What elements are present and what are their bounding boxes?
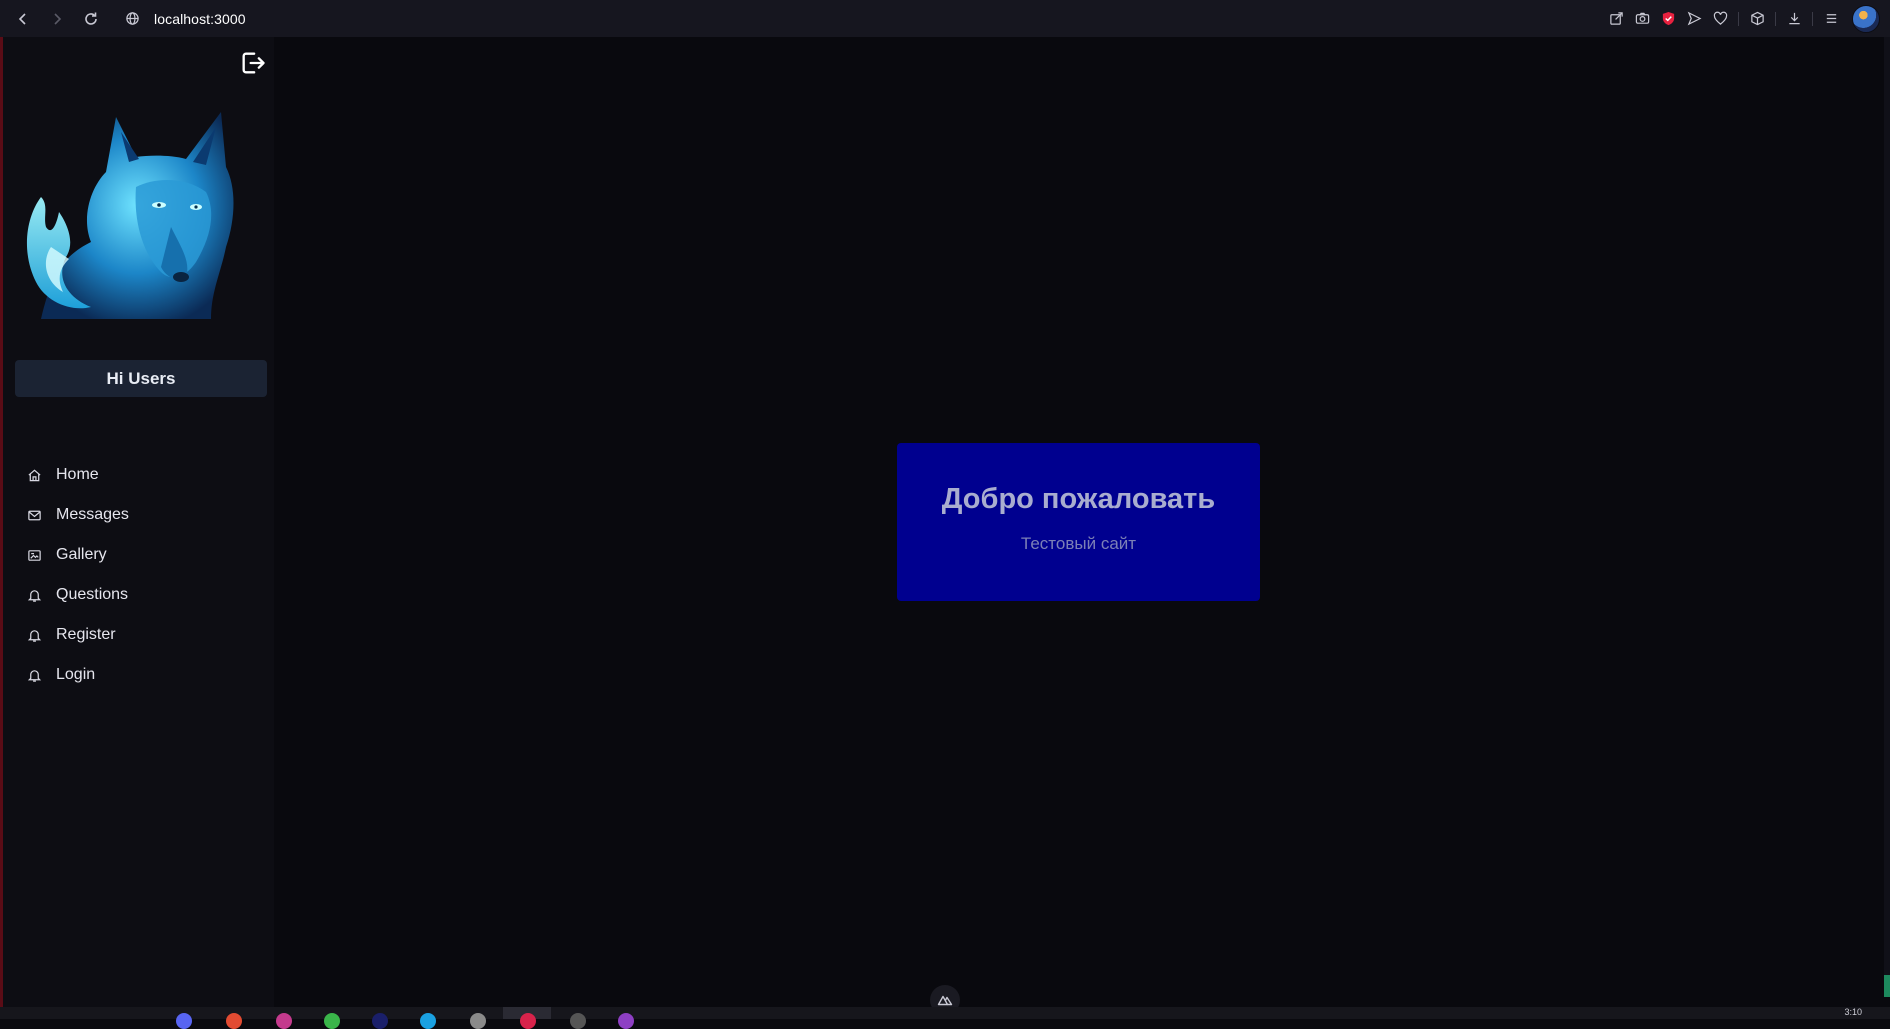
home-icon <box>26 467 42 483</box>
sidebar-item-label: Messages <box>56 506 129 523</box>
send-icon <box>1687 11 1701 26</box>
sidebar-item-messages[interactable]: Messages <box>3 495 274 535</box>
sidebar-item-label: Questions <box>56 586 129 603</box>
reload-button[interactable] <box>74 0 108 37</box>
back-icon <box>18 12 26 25</box>
sidebar-item-label: Gallery <box>56 546 107 563</box>
forward-button[interactable] <box>40 0 74 37</box>
forward-icon <box>54 12 62 25</box>
adblock-button[interactable] <box>1655 0 1681 37</box>
screenshot-button[interactable] <box>1629 0 1655 37</box>
sidebar-item-gallery[interactable]: Gallery <box>3 535 274 575</box>
page: Hi Users Home Messages Gallery Questions… <box>0 37 1890 1015</box>
taskbar-clock: 3:10 <box>1844 1007 1862 1017</box>
toolbar-actions <box>1603 0 1880 37</box>
sidebar: Hi Users Home Messages Gallery Questions… <box>3 37 274 1007</box>
browser-toolbar: localhost:3000 <box>0 0 1890 37</box>
sidebar-item-home[interactable]: Home <box>3 455 274 495</box>
sidebar-item-label: Register <box>56 626 116 643</box>
mail-icon <box>26 507 42 523</box>
taskbar-app-icon[interactable] <box>324 1013 340 1029</box>
sidebar-nav: Home Messages Gallery Questions Register… <box>3 455 274 695</box>
taskbar-app-icon[interactable] <box>226 1013 242 1029</box>
scrollbar-thumb[interactable] <box>1884 975 1890 997</box>
site-info-button[interactable] <box>122 9 142 29</box>
share-icon <box>1609 12 1623 25</box>
sidebar-item-label: Login <box>56 666 96 683</box>
welcome-card: Добро пожаловать Тестовый сайт <box>897 443 1260 601</box>
scrollbar-track[interactable] <box>1884 37 1890 975</box>
menu-button[interactable] <box>1818 0 1844 37</box>
profile-avatar[interactable] <box>1852 4 1880 33</box>
wolf-avatar-image <box>26 112 234 319</box>
taskbar-app-icon[interactable] <box>470 1013 486 1029</box>
taskbar-app-icon[interactable] <box>618 1013 634 1029</box>
toolbar-divider <box>1812 11 1813 26</box>
sidebar-item-label: Home <box>56 466 99 483</box>
send-button[interactable] <box>1681 0 1707 37</box>
share-button[interactable] <box>1603 0 1629 37</box>
toolbar-divider <box>1738 11 1739 26</box>
toolbar-divider <box>1775 11 1776 26</box>
extensions-button[interactable] <box>1744 0 1770 37</box>
taskbar-app-icon[interactable] <box>520 1013 536 1029</box>
bell-icon <box>26 587 42 603</box>
welcome-subtitle: Тестовый сайт <box>1020 533 1137 553</box>
menu-icon <box>1826 14 1836 23</box>
bell-icon <box>26 667 42 683</box>
favorites-button[interactable] <box>1707 0 1733 37</box>
taskbar-app-icon[interactable] <box>570 1013 586 1029</box>
taskbar-app-icon[interactable] <box>420 1013 436 1029</box>
reload-icon <box>85 12 97 25</box>
heart-icon <box>1713 11 1727 25</box>
sidebar-item-questions[interactable]: Questions <box>3 575 274 615</box>
logout-icon <box>242 52 265 74</box>
downloads-button[interactable] <box>1781 0 1807 37</box>
sidebar-item-login[interactable]: Login <box>3 655 274 695</box>
logout-button[interactable] <box>237 47 269 79</box>
address-bar[interactable]: localhost:3000 <box>154 11 246 27</box>
download-icon <box>1788 12 1800 25</box>
taskbar-app-icon[interactable] <box>372 1013 388 1029</box>
image-icon <box>26 547 42 563</box>
box-icon <box>1750 11 1764 26</box>
taskbar-app-icon[interactable] <box>176 1013 192 1029</box>
nuxt-icon <box>937 995 953 1006</box>
back-button[interactable] <box>6 0 40 37</box>
globe-icon <box>125 12 139 25</box>
sidebar-item-register[interactable]: Register <box>3 615 274 655</box>
shield-icon <box>1662 11 1674 26</box>
welcome-title: Добро пожаловать <box>941 482 1216 515</box>
bell-icon <box>26 627 42 643</box>
taskbar-app-icon[interactable] <box>276 1013 292 1029</box>
greeting-banner: Hi Users <box>15 360 267 397</box>
camera-icon <box>1635 12 1649 24</box>
os-taskbar: 3:10 <box>0 1007 1890 1029</box>
